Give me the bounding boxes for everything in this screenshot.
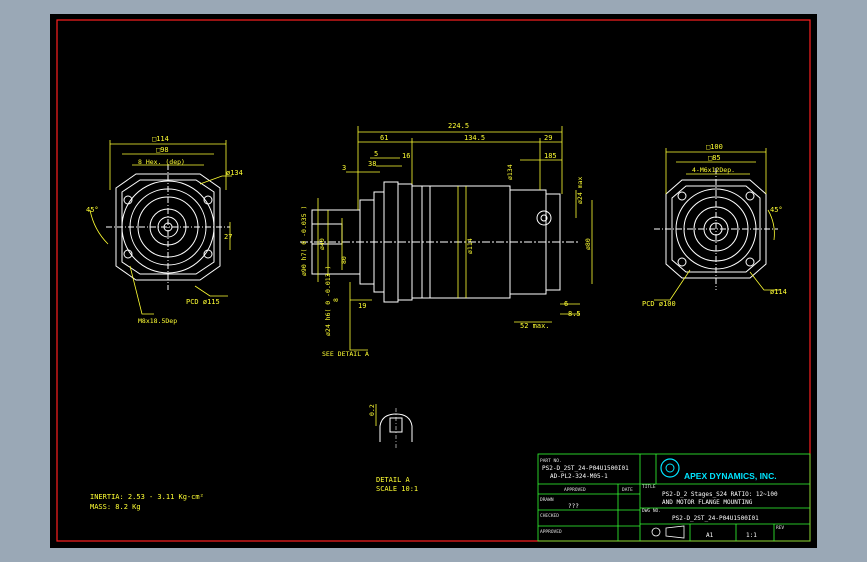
rev-label: REV (776, 525, 784, 531)
projection-symbol-icon (651, 527, 661, 537)
side-view-text: 224.5 61 134.5 29 5 16 3 38 185 ø134 ø11… (300, 122, 592, 358)
dim-square-114: □114 (152, 135, 169, 143)
part-no-2: AD-PL2-324-M05-1 (550, 473, 608, 480)
dim-8: 8 (332, 298, 340, 302)
title-line-1: PS2-D_2 Stages_S24 RATIO: 12~100 (662, 491, 778, 498)
approval-label: APPROVED (540, 529, 562, 535)
date-label: DATE (622, 487, 633, 493)
drawing-canvas[interactable]: □114 □98 8 Hex. (dep) ø134 45° 27 PCD ø1… (50, 14, 817, 548)
dim-6: 6 (564, 300, 568, 308)
dim-dia-40: ø40 (318, 238, 326, 250)
dim-29: 29 (544, 134, 552, 142)
dim-square-98: □98 (156, 146, 169, 154)
drawn-label: DRAWN (540, 497, 554, 503)
dim-134-5: 134.5 (464, 134, 485, 142)
sheet-scale: 1:1 (746, 532, 757, 539)
dim-27: 27 (224, 233, 232, 241)
sheet-size: A1 (706, 532, 714, 539)
dim-dia-80: ø80 (584, 238, 592, 250)
dim-dia-24-max: ø24 max (576, 177, 584, 204)
checked-label: CHECKED (540, 513, 559, 519)
dim-dia-114-side: ø114 (466, 238, 474, 254)
dim-3: 3 (342, 164, 346, 172)
detail-label: DETAIL A (376, 476, 411, 484)
part-no-1: PS2-D_2ST_24-P04U1500I01 (542, 465, 629, 472)
right-bolt-hole (745, 191, 755, 201)
dim-thread: M8x18.5Dep (138, 317, 177, 325)
dim-dia-134: ø134 (226, 169, 243, 177)
dim-pcd-100: PCD ø100 (642, 300, 676, 308)
dim-5: 5 (374, 150, 378, 158)
drawn-value: ??? (568, 503, 579, 510)
dim-pcd-115: PCD ø115 (186, 298, 220, 306)
dim-square-85: □85 (708, 154, 721, 162)
right-view (654, 168, 778, 290)
cad-drawing: □114 □98 8 Hex. (dep) ø134 45° 27 PCD ø1… (56, 19, 811, 542)
detail-scale: SCALE 10:1 (376, 485, 418, 493)
dim-8-5: 8.5 (568, 310, 581, 318)
title-label: TITLE (642, 484, 656, 490)
dim-dia-114-right: ø114 (770, 288, 787, 296)
note-inertia: INERTIA: 2.53 - 3.11 Kg-cm² (90, 493, 204, 501)
dwg-no-label: DWG NO. (642, 508, 661, 514)
dim-dia-90: ø90 h7( 0 -0.035 ) (300, 206, 308, 276)
detail-dim-top: 0.2 (368, 404, 376, 416)
dim-19: 19 (358, 302, 366, 310)
dim-16: 16 (402, 152, 410, 160)
detail-a: 0.2 DETAIL A SCALE 10:1 (368, 404, 418, 493)
dim-80: 80 (340, 256, 348, 264)
dim-dia-134-side: ø134 (506, 164, 514, 180)
title-line-2: AND MOTOR FLANGE MOUNTING (662, 499, 753, 506)
dim-bolt-holes: 8 Hex. (dep) (138, 158, 185, 166)
dwg-no: PS2-D_2ST_24-P04U1500I01 (672, 515, 759, 522)
company-logo-icon (660, 458, 680, 478)
left-view (106, 164, 230, 290)
title-block-text: PART NO. PS2-D_2ST_24-P04U1500I01 AD-PL2… (540, 458, 784, 539)
dim-52-max: 52 max. (520, 322, 550, 330)
clamp-screw (536, 210, 552, 226)
right-bolt-hole (677, 191, 687, 201)
approved-label: APPROVED (564, 487, 586, 493)
left-view-text: □114 □98 8 Hex. (dep) ø134 45° 27 PCD ø1… (86, 135, 243, 325)
dim-185: 185 (544, 152, 557, 160)
note-mass: MASS: 8.2 Kg (90, 503, 141, 511)
dim-holes: 4-M6x12Dep. (692, 166, 735, 174)
company-name: APEX DYNAMICS, INC. (684, 471, 777, 481)
dim-61: 61 (380, 134, 388, 142)
notes: INERTIA: 2.53 - 3.11 Kg-cm² MASS: 8.2 Kg (90, 493, 204, 511)
dim-angle-45-right: 45° (770, 206, 783, 214)
right-bolt-hole (677, 257, 687, 267)
dim-angle-45: 45° (86, 206, 99, 214)
right-view-text: □100 □85 4-M6x12Dep. 45° PCD ø100 ø114 (642, 143, 787, 308)
dim-key-24: ø24 h6( 0 -0.013 ) (324, 266, 332, 336)
dim-224-5: 224.5 (448, 122, 469, 130)
right-bolt-hole (745, 257, 755, 267)
dim-38: 38 (368, 160, 376, 168)
see-detail-a: SEE DETAIL A (322, 350, 369, 358)
shaft-keyway (311, 223, 343, 245)
dim-square-100: □100 (706, 143, 723, 151)
part-no-label: PART NO. (540, 458, 562, 464)
